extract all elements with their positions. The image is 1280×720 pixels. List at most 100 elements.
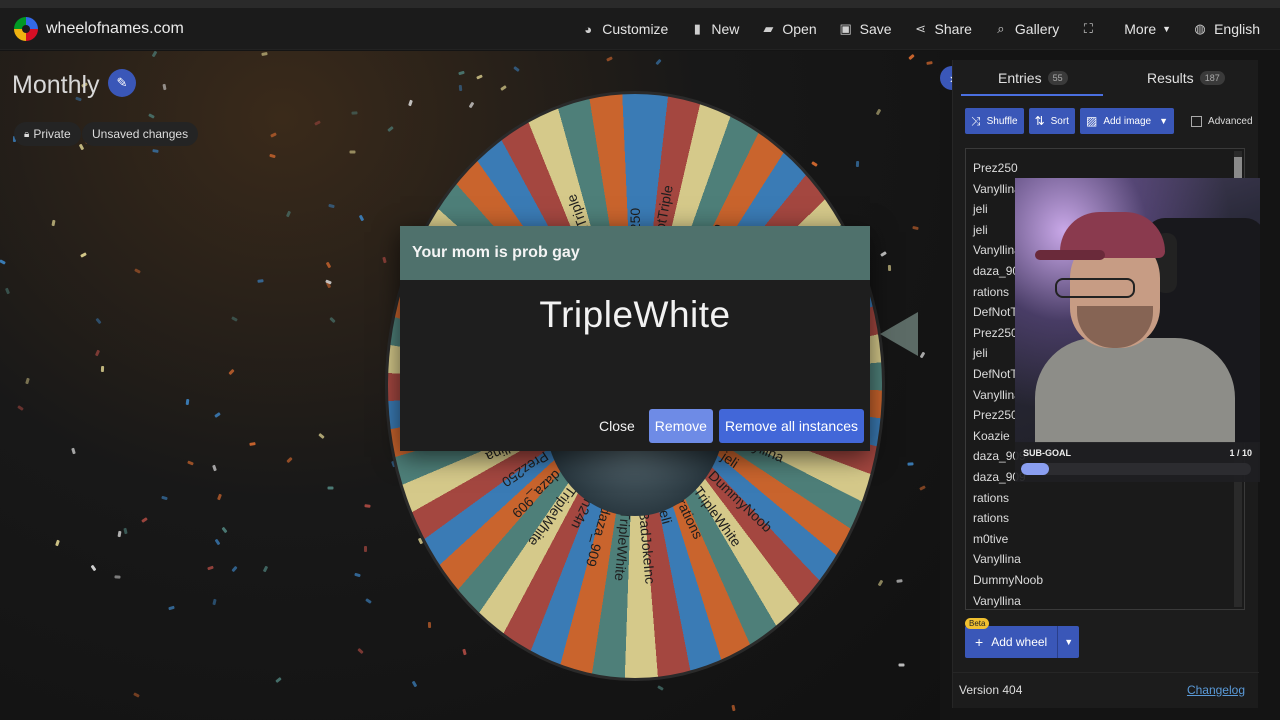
search-icon: ⌕ — [997, 21, 1005, 36]
remove-button[interactable]: Remove — [648, 409, 713, 443]
confetti-piece — [78, 143, 85, 151]
confetti-piece — [325, 261, 332, 269]
nav-share[interactable]: ⋖ Share — [914, 21, 972, 37]
advanced-toggle[interactable]: Advanced — [1191, 115, 1253, 127]
remove-all-button[interactable]: Remove all instances — [718, 409, 864, 443]
confetti-piece — [328, 203, 335, 209]
nav-language[interactable]: ◍ English — [1193, 21, 1260, 37]
confetti-piece — [269, 153, 276, 159]
wheel-pointer — [880, 312, 918, 356]
confetti-piece — [185, 398, 190, 406]
confetti-piece — [212, 598, 217, 606]
private-label: Private — [33, 127, 71, 141]
confetti-piece — [907, 462, 914, 466]
unsaved-chip: Unsaved changes — [82, 122, 199, 146]
sort-label: Sort — [1050, 115, 1069, 127]
confetti-piece — [214, 412, 221, 418]
confetti-piece — [55, 539, 60, 547]
shuffle-button[interactable]: ⤨ Shuffle — [965, 108, 1024, 134]
nav-customize[interactable]: ◕ Customize — [581, 21, 668, 37]
site-name: wheelofnames.com — [46, 19, 184, 37]
subgoal-label: SUB-GOAL — [1023, 448, 1071, 458]
webcam-person-body — [1035, 338, 1235, 443]
nav-save[interactable]: ▣ Save — [839, 21, 891, 37]
tab-results-label: Results — [1147, 70, 1194, 86]
nav-more-label: More — [1124, 21, 1157, 37]
confetti-piece — [161, 495, 168, 501]
confetti-piece — [25, 377, 30, 385]
nav-open[interactable]: ▰ Open — [761, 21, 816, 37]
site-logo[interactable]: wheelofnames.com — [14, 16, 184, 41]
confetti-piece — [354, 572, 361, 578]
tab-results[interactable]: Results 187 — [1147, 70, 1225, 86]
advanced-checkbox[interactable] — [1191, 115, 1203, 127]
add-wheel-dropdown[interactable]: ▼ — [1057, 626, 1080, 658]
confetti-piece — [365, 598, 372, 604]
confetti-piece — [214, 538, 221, 546]
subgoal-progress-bar — [1021, 463, 1251, 475]
close-button[interactable]: Close — [599, 410, 635, 442]
entry-item: Prez250 — [973, 161, 1018, 175]
sort-button[interactable]: ⇅ Sort — [1028, 108, 1075, 134]
confetti-piece — [141, 517, 148, 523]
panel-footer: Version 404 Changelog — [953, 672, 1259, 708]
nav-language-label: English — [1214, 21, 1260, 37]
confetti-piece — [151, 51, 158, 58]
confetti-piece — [148, 113, 155, 119]
entries-count-badge: 55 — [1047, 71, 1068, 85]
private-chip[interactable]: 🔒︎ Private — [14, 122, 81, 146]
pencil-icon: ✎ — [116, 75, 128, 90]
confetti-piece — [257, 279, 264, 283]
confetti-piece — [314, 120, 321, 126]
tab-entries[interactable]: Entries 55 — [998, 70, 1068, 86]
entry-item: Koazie — [973, 428, 1010, 443]
shuffle-icon: ⤨ — [971, 113, 981, 128]
chevron-down-icon: ▼ — [1064, 637, 1074, 647]
confetti-piece — [114, 575, 121, 579]
entry-item: Vanyllina — [973, 243, 1021, 258]
confetti-piece — [655, 58, 662, 66]
confetti-piece — [364, 546, 367, 552]
confetti-piece — [908, 53, 915, 61]
confetti-piece — [329, 316, 336, 324]
add-wheel-button[interactable]: + Add wheel — [965, 626, 1058, 658]
tab-entries-label: Entries — [998, 70, 1042, 86]
entry-item: jeli — [973, 346, 988, 361]
nav-more[interactable]: More ▼ — [1124, 21, 1171, 37]
confetti-piece — [152, 149, 159, 153]
edit-title-button[interactable]: ✎ — [108, 69, 136, 97]
nav-new[interactable]: ▮ New — [690, 21, 740, 37]
nav-fullscreen[interactable]: ⛶ — [1081, 21, 1102, 37]
confetti-piece — [270, 132, 277, 138]
palette-icon: ◕ — [584, 21, 593, 37]
shuffle-label: Shuffle — [986, 115, 1018, 127]
fullscreen-icon: ⛶ — [1083, 21, 1093, 36]
confetti-piece — [458, 70, 465, 76]
dialog-actions: Close Remove Remove all instances — [599, 409, 864, 443]
confetti-piece — [261, 52, 268, 56]
confetti-piece — [351, 111, 358, 115]
changelog-link[interactable]: Changelog — [1187, 683, 1245, 697]
entry-item: jeli — [973, 222, 988, 237]
entry-item: Vanyllina — [973, 181, 1021, 196]
confetti-piece — [71, 447, 76, 455]
confetti-piece — [94, 349, 101, 357]
sort-icon: ⇅ — [1034, 114, 1045, 128]
confetti-piece — [162, 83, 167, 91]
app-header: wheelofnames.com ◕ Customize ▮ New ▰ Open ▣… — [0, 8, 1280, 50]
nav-gallery[interactable]: ⌕ Gallery — [994, 21, 1059, 37]
nav-new-label: New — [711, 21, 740, 37]
confetti-piece — [285, 210, 292, 218]
add-wheel-label: Add wheel — [991, 635, 1048, 649]
confetti-piece — [249, 442, 256, 446]
entry-item: Vanyllina — [973, 387, 1021, 402]
plus-icon: + — [975, 634, 984, 650]
confetti-piece — [898, 663, 905, 667]
confetti-piece — [228, 368, 235, 376]
add-image-label: Add image — [1103, 115, 1152, 127]
confetti-piece — [357, 647, 364, 655]
add-image-button[interactable]: ▨ Add image ▼ — [1079, 108, 1175, 134]
webcam-person-glasses — [1055, 278, 1135, 298]
entry-item: jeli — [973, 202, 988, 217]
wheel-title: Monthly — [12, 71, 100, 99]
